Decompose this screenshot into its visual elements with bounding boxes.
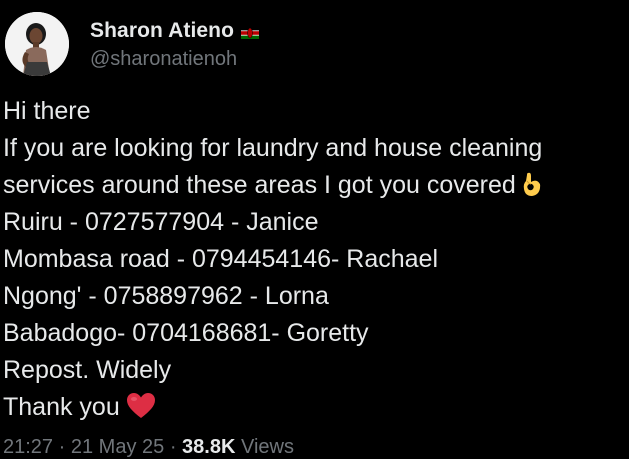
meta-separator: · <box>169 436 177 458</box>
avatar[interactable] <box>5 12 69 76</box>
tweet-line: If you are looking for laundry and house… <box>3 134 543 162</box>
tweet-line-with-emoji: Thank you <box>3 389 629 426</box>
kenya-flag-icon <box>241 26 260 39</box>
user-name-row: Sharon Atieno <box>90 17 260 45</box>
meta-separator: · <box>58 436 66 458</box>
avatar-photo <box>5 12 69 76</box>
tweet-line: Babadogo- 0704168681- Goretty <box>3 319 369 347</box>
tweet-line: Ngong' - 0758897962 - Lorna <box>3 282 329 310</box>
user-handle[interactable]: @sharonatienoh <box>90 48 237 71</box>
tweet-line: Ruiru - 0727577904 - Janice <box>3 208 319 236</box>
red-heart-emoji <box>126 392 156 430</box>
display-name[interactable]: Sharon Atieno <box>90 19 234 43</box>
tweet-header: Sharon Atieno @sharonatienoh <box>0 0 629 90</box>
views-label: Views <box>240 436 294 458</box>
tweet-text: Hi there If you are looking for laundry … <box>3 93 629 426</box>
tweet-line: Mombasa road - 0794454146- Rachael <box>3 245 438 273</box>
tweet: Sharon Atieno @sharonatienoh Hi there If… <box>0 0 629 458</box>
tweet-time[interactable]: 21:27 <box>3 436 53 458</box>
ok-hand-emoji <box>522 171 542 208</box>
tweet-line-text: services around these areas I got you co… <box>3 171 516 199</box>
tweet-date[interactable]: 21 May 25 <box>71 436 164 458</box>
tweet-line-with-emoji: services around these areas I got you co… <box>3 167 629 204</box>
tweet-line-text: Thank you <box>3 393 120 421</box>
views-count: 38.8K <box>182 436 236 458</box>
tweet-line: Hi there <box>3 97 91 125</box>
tweet-line: Repost. Widely <box>3 356 172 384</box>
tweet-meta: 21:27 · 21 May 25 · 38.8K Views <box>3 436 294 459</box>
